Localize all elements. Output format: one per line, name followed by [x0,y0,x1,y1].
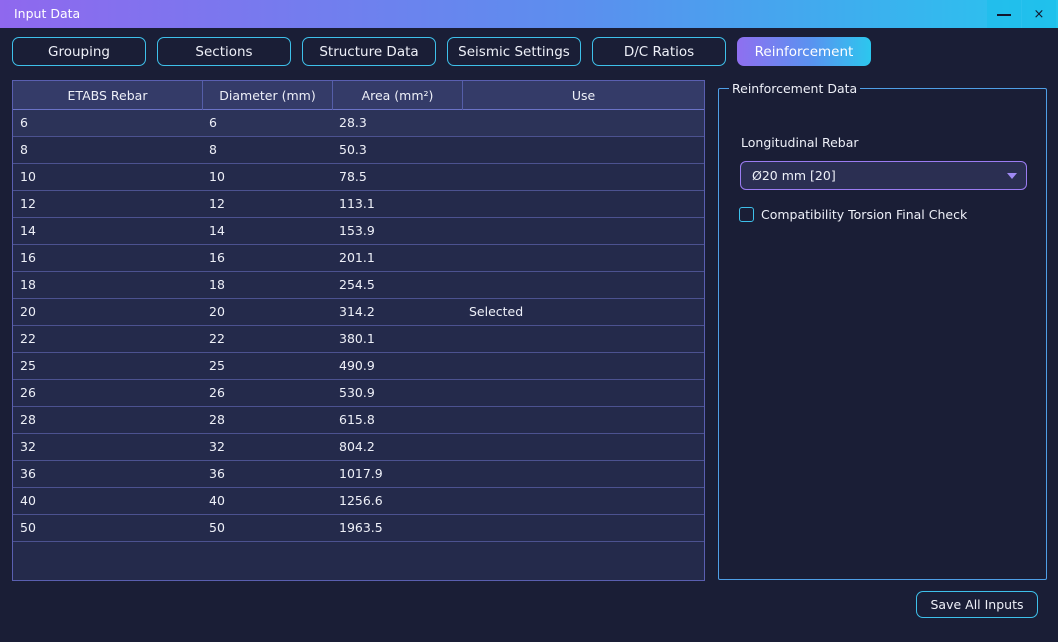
cell-area: 50.3 [339,142,367,157]
cell-area: 490.9 [339,358,375,373]
cell-diameter: 18 [209,277,225,292]
cell-diameter: 36 [209,466,225,481]
close-icon: × [1033,6,1045,22]
table-row[interactable]: 25 25 490.9 [13,353,704,380]
cell-diameter: 22 [209,331,225,346]
cell-diameter: 10 [209,169,225,184]
cell-diameter: 12 [209,196,225,211]
cell-diameter: 50 [209,520,225,535]
cell-diameter: 26 [209,385,225,400]
table-row[interactable]: 18 18 254.5 [13,272,704,299]
table-row[interactable]: 10 10 78.5 [13,164,704,191]
cell-etabs-rebar: 18 [20,277,36,292]
cell-area: 804.2 [339,439,375,454]
column-header-area[interactable]: Area (mm²) [333,81,463,110]
window-title: Input Data [14,6,81,21]
column-header-diameter[interactable]: Diameter (mm) [203,81,333,110]
table-row[interactable]: 16 16 201.1 [13,245,704,272]
cell-diameter: 8 [209,142,217,157]
cell-etabs-rebar: 40 [20,493,36,508]
cell-etabs-rebar: 28 [20,412,36,427]
cell-etabs-rebar: 36 [20,466,36,481]
cell-area: 113.1 [339,196,375,211]
reinforcement-data-group: Reinforcement Data Longitudinal Rebar Ø2… [718,81,1047,580]
table-row[interactable]: 14 14 153.9 [13,218,704,245]
column-header-etabs-rebar[interactable]: ETABS Rebar [13,81,203,110]
dropdown-value: Ø20 mm [20] [752,168,836,183]
cell-etabs-rebar: 16 [20,250,36,265]
rebar-table[interactable]: ETABS Rebar Diameter (mm) Area (mm²) Use… [12,80,705,581]
table-row[interactable]: 36 36 1017.9 [13,461,704,488]
tab-label: Seismic Settings [458,43,570,60]
table-row[interactable]: 22 22 380.1 [13,326,704,353]
cell-etabs-rebar: 22 [20,331,36,346]
cell-etabs-rebar: 12 [20,196,36,211]
table-row[interactable]: 6 6 28.3 [13,110,704,137]
title-bar: Input Data × [0,0,1058,28]
tab-grouping[interactable]: Grouping [12,37,146,66]
tab-structure-data[interactable]: Structure Data [302,37,436,66]
tab-reinforcement[interactable]: Reinforcement [737,37,871,66]
table-row[interactable]: 32 32 804.2 [13,434,704,461]
cell-diameter: 40 [209,493,225,508]
cell-etabs-rebar: 50 [20,520,36,535]
cell-diameter: 16 [209,250,225,265]
cell-area: 28.3 [339,115,367,130]
cell-etabs-rebar: 25 [20,358,36,373]
table-row[interactable]: 26 26 530.9 [13,380,704,407]
tab-label: D/C Ratios [623,43,695,60]
cell-area: 1963.5 [339,520,383,535]
tab-seismic-settings[interactable]: Seismic Settings [447,37,581,66]
cell-area: 530.9 [339,385,375,400]
table-row[interactable]: 20 20 314.2 Selected [13,299,704,326]
cell-etabs-rebar: 26 [20,385,36,400]
cell-area: 314.2 [339,304,375,319]
tab-sections[interactable]: Sections [157,37,291,66]
table-row[interactable]: 50 50 1963.5 [13,515,704,542]
table-row[interactable]: 12 12 113.1 [13,191,704,218]
cell-area: 380.1 [339,331,375,346]
cell-area: 1017.9 [339,466,383,481]
group-title: Reinforcement Data [729,81,861,96]
cell-use: Selected [469,304,524,319]
cell-etabs-rebar: 10 [20,169,36,184]
cell-area: 78.5 [339,169,367,184]
minimize-icon [997,14,1011,16]
cell-etabs-rebar: 8 [20,142,28,157]
torsion-check-checkbox[interactable] [739,207,754,222]
tab-label: Reinforcement [754,43,854,60]
cell-etabs-rebar: 6 [20,115,28,130]
tab-label: Sections [195,43,253,60]
longitudinal-rebar-label: Longitudinal Rebar [741,135,859,150]
table-row[interactable]: 8 8 50.3 [13,137,704,164]
close-button[interactable]: × [1022,0,1056,28]
table-row[interactable]: 40 40 1256.6 [13,488,704,515]
cell-area: 1256.6 [339,493,383,508]
save-all-inputs-button[interactable]: Save All Inputs [916,591,1038,618]
tab-label: Grouping [48,43,110,60]
torsion-check-label[interactable]: Compatibility Torsion Final Check [761,207,967,222]
cell-area: 153.9 [339,223,375,238]
cell-diameter: 28 [209,412,225,427]
cell-diameter: 32 [209,439,225,454]
longitudinal-rebar-dropdown[interactable]: Ø20 mm [20] [740,161,1027,190]
tab-label: Structure Data [319,43,419,60]
cell-diameter: 6 [209,115,217,130]
cell-etabs-rebar: 14 [20,223,36,238]
table-row[interactable]: 28 28 615.8 [13,407,704,434]
cell-etabs-rebar: 20 [20,304,36,319]
cell-area: 201.1 [339,250,375,265]
cell-area: 254.5 [339,277,375,292]
table-header: ETABS Rebar Diameter (mm) Area (mm²) Use [13,81,704,110]
minimize-button[interactable] [987,0,1021,28]
cell-diameter: 14 [209,223,225,238]
column-header-use[interactable]: Use [463,81,704,110]
chevron-down-icon [1007,173,1017,179]
cell-etabs-rebar: 32 [20,439,36,454]
cell-diameter: 20 [209,304,225,319]
cell-diameter: 25 [209,358,225,373]
cell-area: 615.8 [339,412,375,427]
tab-dc-ratios[interactable]: D/C Ratios [592,37,726,66]
save-button-label: Save All Inputs [930,597,1024,612]
